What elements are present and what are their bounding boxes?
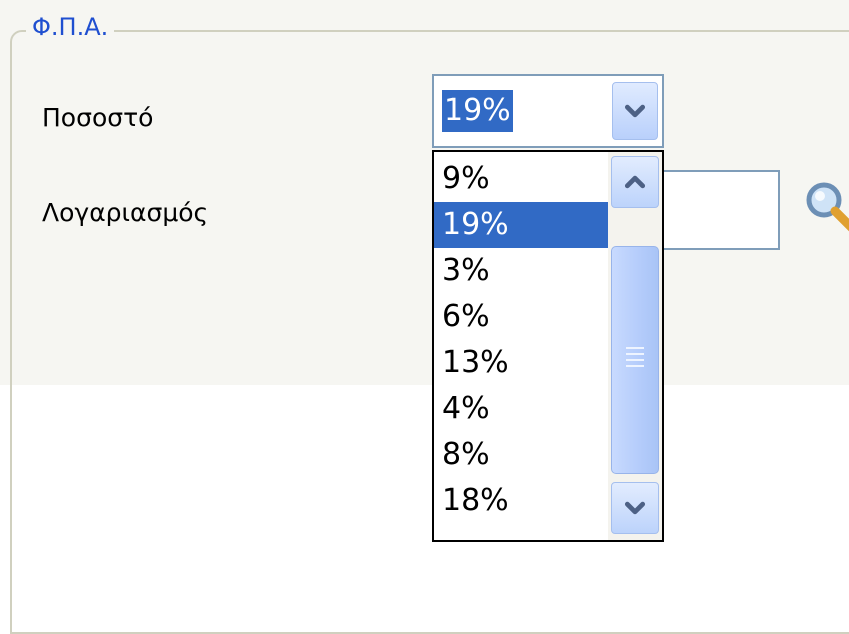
account-field[interactable] <box>660 170 780 250</box>
scroll-down-button[interactable] <box>611 482 659 534</box>
list-item-option[interactable]: 8% <box>434 432 612 478</box>
list-item-option-selected[interactable]: 19% <box>434 202 612 248</box>
rate-label: Ποσοστό <box>42 103 154 132</box>
scroll-up-button[interactable] <box>611 156 659 208</box>
list-item-option[interactable]: 3% <box>434 248 612 294</box>
thumb-grip-line <box>626 353 644 355</box>
dropdown-button[interactable] <box>612 82 658 140</box>
list-item-option[interactable]: 6% <box>434 294 612 340</box>
thumb-grip-line <box>626 365 644 367</box>
vat-rate-combobox[interactable]: 19% <box>432 74 664 148</box>
list-item-option[interactable]: 9% <box>434 156 612 202</box>
search-icon[interactable] <box>800 176 849 236</box>
list-item-option[interactable]: 13% <box>434 340 612 386</box>
chevron-down-icon <box>624 501 646 515</box>
thumb-grip-line <box>626 359 644 361</box>
list-item-option[interactable]: 4% <box>434 386 612 432</box>
vat-rate-selected-value: 19% <box>442 90 513 132</box>
account-label: Λογαριασμός <box>42 198 209 227</box>
vat-rate-dropdown-list: 9% 19% 3% 6% 13% 4% 8% 18% <box>432 150 664 542</box>
chevron-down-icon <box>624 104 646 118</box>
chevron-up-icon <box>624 175 646 189</box>
dropdown-scrollbar[interactable] <box>608 152 662 540</box>
scrollbar-thumb[interactable] <box>611 246 659 474</box>
thumb-grip-line <box>626 347 644 349</box>
group-title: Φ.Π.Α. <box>26 12 115 42</box>
list-item-option[interactable]: 18% <box>434 478 612 524</box>
